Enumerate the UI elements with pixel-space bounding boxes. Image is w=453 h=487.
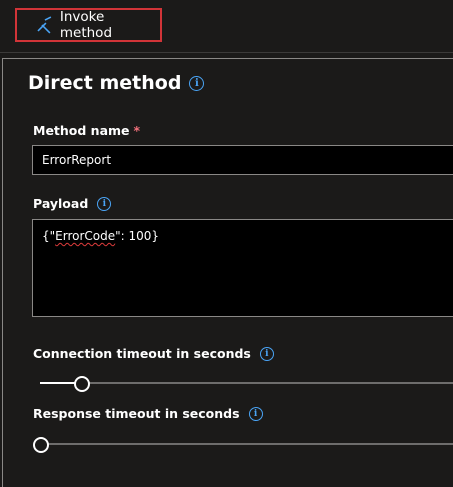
payload-textarea[interactable]: {"ErrorCode": 100}: [32, 219, 453, 317]
page-title-text: Direct method: [28, 72, 182, 94]
payload-info-icon[interactable]: i: [97, 196, 112, 211]
page-title: Direct method i: [28, 72, 205, 94]
required-marker: *: [133, 123, 141, 138]
connection-timeout-label-text: Connection timeout in seconds: [33, 346, 251, 361]
response-slider-track[interactable]: [40, 443, 453, 445]
payload-label: Payload i: [33, 196, 112, 211]
method-name-label-text: Method name: [33, 123, 130, 138]
connection-timeout-label: Connection timeout in seconds i: [33, 346, 274, 361]
invoke-method-label: Invoke method: [59, 9, 113, 41]
payload-label-text: Payload: [33, 196, 89, 211]
connection-slider-track[interactable]: [40, 382, 453, 384]
payload-value-misspelled: ErrorCode: [55, 229, 116, 243]
payload-value-prefix: {": [42, 229, 56, 243]
invoke-method-button[interactable]: Invoke method: [15, 8, 162, 42]
method-name-label: Method name *: [33, 123, 140, 138]
payload-value-suffix: ": 100}: [115, 229, 160, 243]
response-slider-thumb[interactable]: [33, 437, 49, 453]
invoke-method-icon: [37, 16, 52, 34]
command-bar: Invoke method: [0, 0, 453, 52]
method-name-input[interactable]: ErrorReport: [32, 145, 453, 175]
method-name-value: ErrorReport: [42, 153, 112, 167]
toolbar-divider: [0, 52, 453, 53]
response-timeout-info-icon[interactable]: i: [248, 406, 263, 421]
title-info-icon[interactable]: i: [189, 75, 205, 91]
connection-timeout-info-icon[interactable]: i: [259, 346, 274, 361]
response-timeout-label: Response timeout in seconds i: [33, 406, 263, 421]
response-timeout-label-text: Response timeout in seconds: [33, 406, 240, 421]
